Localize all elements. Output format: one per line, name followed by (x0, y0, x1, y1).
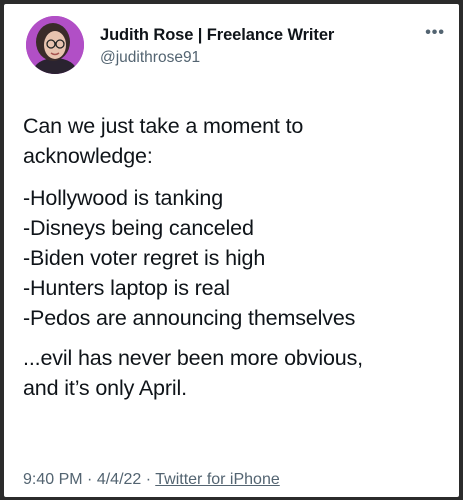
tweet-meta: 9:40 PM · 4/4/22 · Twitter for iPhone (23, 471, 280, 489)
author-handle[interactable]: @judithrose91 (100, 49, 200, 67)
separator: · (145, 471, 152, 488)
tweet-list-item: -Hunters laptop is real (23, 276, 230, 300)
tweet-list-item: -Pedos are announcing themselves (23, 306, 356, 330)
tweet-list-item: -Disneys being canceled (23, 216, 254, 240)
tweet-source-link[interactable]: Twitter for iPhone (155, 471, 280, 488)
separator: · (87, 471, 93, 488)
avatar[interactable] (26, 16, 84, 74)
screenshot-frame: Judith Rose | Freelance Writer @judithro… (0, 0, 463, 500)
tweet-line: and it’s only April. (23, 376, 187, 400)
more-horizontal-icon[interactable]: ••• (425, 24, 445, 42)
tweet-text: Can we just take a moment to acknowledge… (23, 111, 453, 403)
tweet-date[interactable]: 4/4/22 (97, 471, 141, 488)
avatar-image (26, 16, 84, 74)
tweet-line: Can we just take a moment to (23, 114, 304, 138)
tweet-line: ...evil has never been more obvious, (23, 346, 363, 370)
tweet-list-item: -Hollywood is tanking (23, 186, 223, 210)
tweet-line: acknowledge: (23, 144, 153, 168)
tweet-list-item: -Biden voter regret is high (23, 246, 266, 270)
tweet-time[interactable]: 9:40 PM (23, 471, 83, 488)
author-name[interactable]: Judith Rose | Freelance Writer (100, 26, 334, 45)
tweet-card: Judith Rose | Freelance Writer @judithro… (4, 4, 459, 497)
